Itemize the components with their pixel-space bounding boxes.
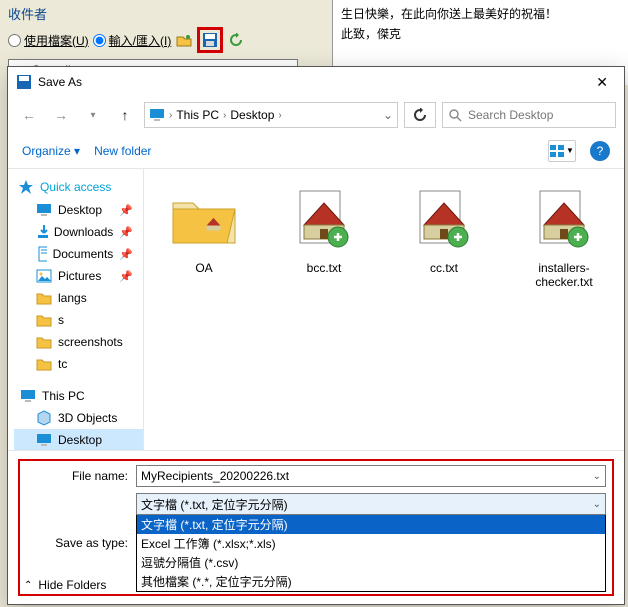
nav-item-downloads[interactable]: Downloads📌	[14, 221, 143, 243]
crumb-pc[interactable]: This PC	[176, 108, 219, 122]
filetype-dropdown[interactable]: 文字檔 (*.txt, 定位字元分隔)⌄	[136, 493, 606, 515]
hide-folders-button[interactable]: ⌃Hide Folders	[24, 578, 106, 592]
type-option-2[interactable]: 逗號分隔值 (*.csv)	[137, 553, 605, 572]
tile-OA[interactable]: OA	[154, 183, 254, 275]
nav-back-button[interactable]: ←	[16, 102, 42, 128]
pin-icon: 📌	[119, 226, 139, 239]
search-input[interactable]: Search Desktop	[442, 102, 616, 128]
nav-tree[interactable]: Quick access Desktop📌Downloads📌Documents…	[8, 169, 144, 450]
pin-icon: 📌	[119, 270, 139, 283]
recipient-label: 收件者	[8, 4, 324, 23]
breadcrumb[interactable]: › This PC › Desktop › ⌄	[144, 102, 398, 128]
highlight-box: File name: MyRecipients_20200226.txt⌄ Sa…	[18, 459, 614, 596]
type-option-1[interactable]: Excel 工作簿 (*.xlsx;*.xls)	[137, 534, 605, 553]
tile-bcc.txt[interactable]: bcc.txt	[274, 183, 374, 275]
monitor-icon	[20, 388, 36, 404]
nav-item-langs[interactable]: langs	[14, 287, 143, 309]
star-icon	[18, 179, 34, 195]
search-icon	[449, 109, 462, 122]
nav-pc-item-3d objects[interactable]: 3D Objects	[14, 407, 143, 429]
nav-item-s[interactable]: s	[14, 309, 143, 331]
help-button[interactable]: ?	[590, 141, 610, 161]
nav-up-button[interactable]: ↑	[112, 102, 138, 128]
nav-this-pc[interactable]: This PC	[14, 385, 143, 407]
nav-item-tc[interactable]: tc	[14, 353, 143, 375]
use-file-radio[interactable]: 使用檔案(U)	[8, 32, 89, 49]
tile-installers-checker.txt[interactable]: installers-checker.txt	[514, 183, 614, 290]
titlebar: Save As ✕	[8, 67, 624, 97]
save-icon[interactable]	[201, 31, 219, 49]
refresh-icon[interactable]	[227, 31, 245, 49]
app-icon	[16, 74, 32, 90]
crumb-dropdown-icon[interactable]: ⌄	[383, 108, 393, 122]
filename-label: File name:	[26, 469, 136, 483]
filetype-label: Save as type:	[26, 536, 136, 550]
save-button-highlight	[197, 27, 223, 53]
type-option-3[interactable]: 其他檔案 (*.*, 定位字元分隔)	[137, 572, 605, 591]
nav-recent-button[interactable]: ▾	[80, 102, 106, 128]
nav-forward-button: →	[48, 102, 74, 128]
new-folder-button[interactable]: New folder	[94, 144, 151, 158]
nav-pc-item-desktop[interactable]: Desktop	[14, 429, 143, 450]
crumb-folder[interactable]: Desktop	[230, 108, 274, 122]
tile-cc.txt[interactable]: cc.txt	[394, 183, 494, 275]
type-option-0[interactable]: 文字檔 (*.txt, 定位字元分隔)	[137, 515, 605, 534]
nav-item-screenshots[interactable]: screenshots	[14, 331, 143, 353]
view-mode-button[interactable]: ▼	[548, 140, 576, 162]
filetype-options[interactable]: 文字檔 (*.txt, 定位字元分隔)Excel 工作簿 (*.xlsx;*.x…	[136, 515, 606, 592]
import-radio[interactable]: 輸入/匯入(I)	[93, 32, 172, 49]
close-button[interactable]: ✕	[588, 70, 616, 95]
dialog-title: Save As	[38, 75, 588, 89]
quick-access[interactable]: Quick access	[14, 175, 143, 199]
filename-input[interactable]: MyRecipients_20200226.txt⌄	[136, 465, 606, 487]
nav-item-pictures[interactable]: Pictures📌	[14, 265, 143, 287]
monitor-icon	[149, 107, 165, 123]
nav-item-documents[interactable]: Documents📌	[14, 243, 143, 265]
pin-icon: 📌	[119, 204, 139, 217]
nav-item-desktop[interactable]: Desktop📌	[14, 199, 143, 221]
open-icon[interactable]	[175, 31, 193, 49]
pin-icon: 📌	[119, 248, 139, 261]
organize-menu[interactable]: Organize ▾	[22, 144, 80, 158]
file-grid[interactable]: OA bcc.txt cc.txt installers-checker.txt	[144, 169, 624, 450]
refresh-button[interactable]	[404, 102, 436, 128]
save-as-dialog: Save As ✕ ← → ▾ ↑ › This PC › Desktop › …	[7, 66, 625, 605]
